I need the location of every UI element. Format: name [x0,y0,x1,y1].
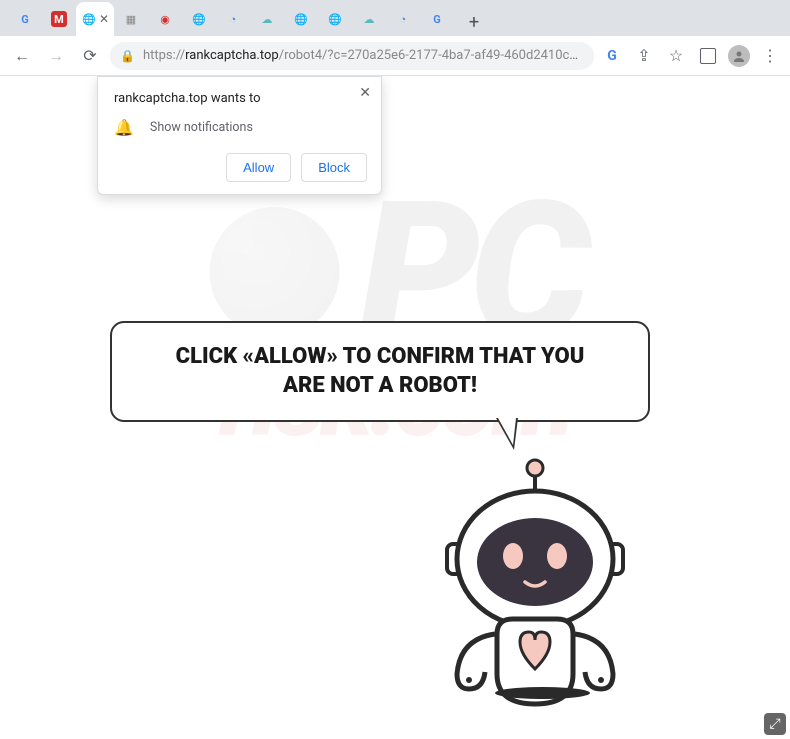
speech-bubble: CLICK «ALLOW» TO CONFIRM THAT YOU ARE NO… [110,321,650,422]
browser-window: — ▢ ✕ G M 🌐 ✕ ▦ ◉ 🌐 ◔ ☁ 🌐 🌐 ☁ ◔ G + ← → … [0,0,790,739]
tab-9[interactable]: 🌐 [318,2,352,36]
new-tab-button[interactable]: + [460,8,488,36]
block-button[interactable]: Block [301,153,367,182]
notification-permission-text: Show notifications [150,120,253,135]
favicon-m-icon: M [51,11,67,27]
tab-2-active[interactable]: 🌐 ✕ [76,2,114,36]
notification-permission-prompt: ✕ rankcaptcha.top wants to 🔔 Show notifi… [97,76,382,195]
notification-site-text: rankcaptcha.top wants to [114,91,367,106]
tab-4[interactable]: ◉ [148,2,182,36]
bookmark-star-icon[interactable]: ☆ [664,44,688,68]
google-search-icon[interactable]: G [600,44,624,68]
tab-bar: G M 🌐 ✕ ▦ ◉ 🌐 ◔ ☁ 🌐 🌐 ☁ ◔ G + [0,0,790,36]
tab-8[interactable]: 🌐 [284,2,318,36]
favicon-target-icon: ◉ [157,11,173,27]
forward-button[interactable]: → [42,42,70,70]
favicon-google-icon: G [17,11,33,27]
bell-icon: 🔔 [114,118,134,137]
tab-0[interactable]: G [8,2,42,36]
tab-12[interactable]: G [420,2,454,36]
favicon-globe-icon: 🌐 [191,11,207,27]
favicon-grid-icon: ▦ [123,11,139,27]
tab-10[interactable]: ☁ [352,2,386,36]
allow-button[interactable]: Allow [226,153,291,182]
tab-7[interactable]: ☁ [250,2,284,36]
favicon-google-icon: G [429,11,445,27]
address-bar[interactable]: 🔒 https://rankcaptcha.top/robot4/?c=270a… [110,42,594,70]
favicon-globe-icon: 🌐 [81,11,97,27]
favicon-loading-icon: ◔ [395,11,411,27]
tab-6[interactable]: ◔ [216,2,250,36]
favicon-globe-icon: 🌐 [327,11,343,27]
robot-shadow [495,687,590,699]
favicon-globe-icon: 🌐 [293,11,309,27]
page-content: PC risk.com ✕ rankcaptcha.top wants to 🔔… [0,76,790,739]
tab-5[interactable]: 🌐 [182,2,216,36]
lock-icon: 🔒 [120,49,135,63]
kebab-menu-icon[interactable]: ⋮ [758,44,782,68]
reload-button[interactable]: ⟳ [76,42,104,70]
tab-3[interactable]: ▦ [114,2,148,36]
browser-toolbar: ← → ⟳ 🔒 https://rankcaptcha.top/robot4/?… [0,36,790,76]
back-button[interactable]: ← [8,42,36,70]
favicon-cloud-icon: ☁ [259,11,275,27]
notification-close-icon[interactable]: ✕ [359,85,371,101]
expand-icon[interactable]: ⤢ [764,713,786,735]
tab-1[interactable]: M [42,2,76,36]
bubble-text: CLICK «ALLOW» TO CONFIRM THAT YOU ARE NO… [140,343,620,400]
favicon-loading-icon: ◔ [225,11,241,27]
tab-close-icon[interactable]: ✕ [99,12,109,26]
favicon-cloud-icon: ☁ [361,11,377,27]
profile-avatar[interactable] [728,45,750,67]
tab-11[interactable]: ◔ [386,2,420,36]
url-text: https://rankcaptcha.top/robot4/?c=270a25… [143,48,584,63]
share-icon[interactable]: ⇪ [632,44,656,68]
extensions-icon[interactable] [696,44,720,68]
